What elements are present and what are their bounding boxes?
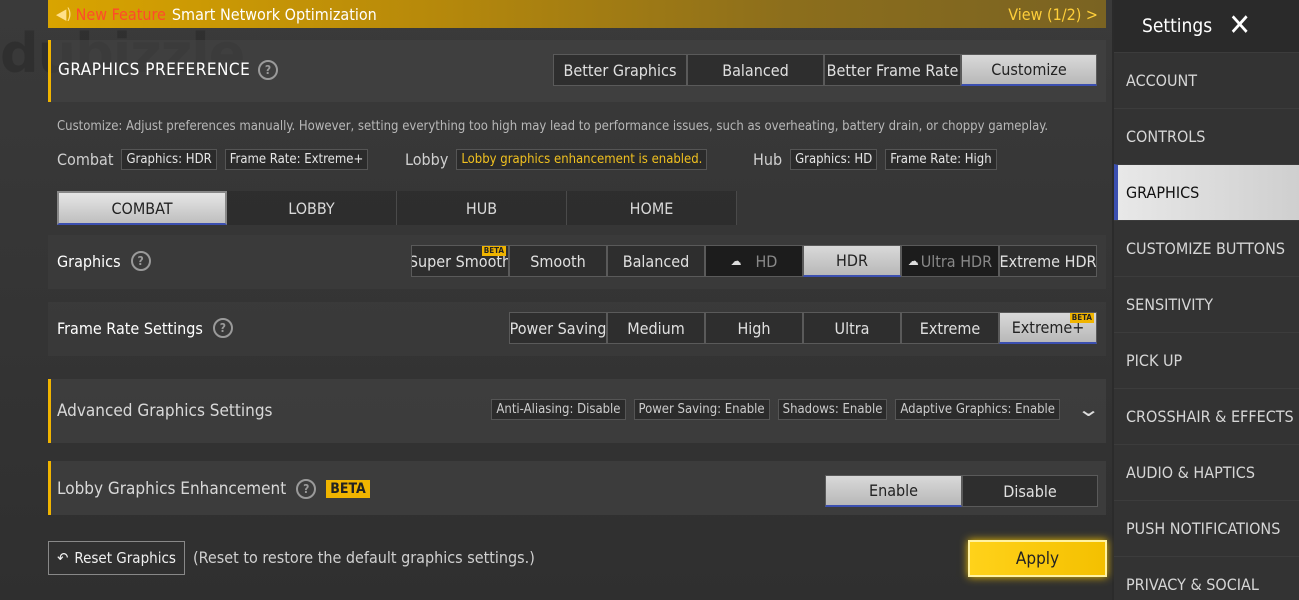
hub-fps-chip: Frame Rate: High bbox=[885, 149, 997, 170]
graphics-row: Graphics ? Super Smooth BETA Smooth Bala… bbox=[48, 235, 1106, 289]
chip-anti-aliasing: Anti-Aliasing: Disable bbox=[491, 399, 626, 420]
fps-extreme-plus[interactable]: Extreme+ BETA bbox=[999, 312, 1097, 344]
graphics-balanced[interactable]: Balanced bbox=[607, 245, 705, 277]
graphics-hdr[interactable]: HDR bbox=[803, 245, 901, 277]
lobby-enable-option[interactable]: Enable bbox=[825, 475, 962, 507]
pref-customize[interactable]: Customize bbox=[961, 54, 1097, 86]
beta-badge: BETA bbox=[326, 480, 370, 498]
graphics-preference-title: GRAPHICS PREFERENCE ? bbox=[58, 60, 279, 80]
graphics-quality-selector: Super Smooth BETA Smooth Balanced ☁ HD H… bbox=[411, 245, 1097, 277]
tab-hub[interactable]: HUB bbox=[397, 191, 567, 225]
chip-shadows: Shadows: Enable bbox=[777, 399, 888, 420]
lobby-enhancement-toggle: Enable Disable bbox=[825, 475, 1098, 507]
reset-note: (Reset to restore the default graphics s… bbox=[193, 548, 535, 567]
section-accent bbox=[48, 379, 51, 443]
help-icon[interactable]: ? bbox=[258, 60, 279, 80]
apply-button[interactable]: Apply bbox=[968, 540, 1107, 577]
new-feature-label: New Feature bbox=[75, 4, 166, 24]
lobby-status: Lobby Lobby graphics enhancement is enab… bbox=[405, 149, 708, 170]
pref-balanced[interactable]: Balanced bbox=[687, 54, 824, 86]
section-accent bbox=[48, 461, 51, 515]
preference-description: Customize: Adjust preferences manually. … bbox=[57, 119, 1049, 134]
fps-ultra[interactable]: Ultra bbox=[803, 312, 901, 344]
sidebar-item-account[interactable]: ACCOUNT bbox=[1114, 52, 1299, 108]
help-icon[interactable]: ? bbox=[130, 251, 151, 271]
reset-icon: ↶ bbox=[57, 549, 69, 567]
cloud-download-icon: ☁ bbox=[907, 254, 919, 268]
advanced-summary-chips: Anti-Aliasing: Disable Power Saving: Ena… bbox=[491, 399, 1060, 420]
lobby-enhancement-title: Lobby Graphics Enhancement ? BETA bbox=[57, 479, 370, 499]
hub-label: Hub bbox=[753, 150, 783, 169]
sidebar-title: Settings bbox=[1142, 15, 1213, 37]
combat-fps-chip: Frame Rate: Extreme+ bbox=[224, 149, 369, 170]
tab-home[interactable]: HOME bbox=[567, 191, 737, 225]
chevron-down-icon[interactable]: ⌄ bbox=[1076, 397, 1100, 421]
beta-tag: BETA bbox=[1069, 313, 1094, 323]
pref-better-frame-rate[interactable]: Better Frame Rate bbox=[824, 54, 961, 86]
frame-rate-row-title: Frame Rate Settings ? bbox=[57, 318, 233, 338]
frame-rate-row: Frame Rate Settings ? Power Saving Mediu… bbox=[48, 302, 1106, 356]
close-icon[interactable]: ✕ bbox=[1228, 8, 1251, 43]
fps-medium[interactable]: Medium bbox=[607, 312, 705, 344]
lobby-disable-option[interactable]: Disable bbox=[962, 475, 1098, 507]
cloud-download-icon: ☁ bbox=[730, 254, 742, 268]
frame-rate-label: Frame Rate Settings bbox=[57, 318, 203, 338]
tab-lobby[interactable]: LOBBY bbox=[227, 191, 397, 225]
graphics-extreme-hdr[interactable]: Extreme HDR bbox=[999, 245, 1097, 277]
settings-main-panel: dubizzle ◀) New Feature Smart Network Op… bbox=[0, 0, 1112, 600]
combat-label: Combat bbox=[57, 150, 114, 169]
sidebar-header: Settings ✕ bbox=[1114, 0, 1299, 52]
combat-status: Combat Graphics: HDR Frame Rate: Extreme… bbox=[57, 149, 369, 170]
feature-banner[interactable]: ◀) New Feature Smart Network Optimizatio… bbox=[48, 0, 1106, 28]
sidebar-item-sensitivity[interactable]: SENSITIVITY bbox=[1114, 276, 1299, 332]
reset-graphics-button[interactable]: ↶ Reset Graphics bbox=[48, 541, 185, 575]
frame-rate-selector: Power Saving Medium High Ultra Extreme E… bbox=[509, 312, 1097, 344]
beta-tag: BETA bbox=[481, 246, 506, 256]
fps-power-saving[interactable]: Power Saving bbox=[509, 312, 607, 344]
combat-graphics-chip: Graphics: HDR bbox=[121, 149, 217, 170]
graphics-hd[interactable]: ☁ HD bbox=[705, 245, 803, 277]
lobby-label: Lobby bbox=[405, 150, 449, 169]
help-icon[interactable]: ? bbox=[212, 318, 233, 338]
graphics-hd-label: HD bbox=[755, 251, 778, 271]
lobby-enhancement-section: Lobby Graphics Enhancement ? BETA Enable… bbox=[48, 461, 1106, 515]
sidebar-item-controls[interactable]: CONTROLS bbox=[1114, 108, 1299, 164]
chip-power-saving: Power Saving: Enable bbox=[633, 399, 770, 420]
section-accent bbox=[48, 40, 51, 102]
advanced-graphics-title: Advanced Graphics Settings bbox=[57, 401, 273, 421]
graphics-ultra-hdr[interactable]: ☁ Ultra HDR bbox=[901, 245, 999, 277]
graphics-row-title: Graphics ? bbox=[57, 251, 151, 271]
hub-status: Hub Graphics: HD Frame Rate: High bbox=[753, 149, 997, 170]
lobby-enhancement-label: Lobby Graphics Enhancement bbox=[57, 479, 287, 499]
fps-extreme[interactable]: Extreme bbox=[901, 312, 999, 344]
preference-selector: Better Graphics Balanced Better Frame Ra… bbox=[553, 54, 1097, 86]
sidebar-item-privacy-social[interactable]: PRIVACY & SOCIAL bbox=[1114, 556, 1299, 600]
graphics-label: Graphics bbox=[57, 251, 121, 271]
mode-tabs: COMBAT LOBBY HUB HOME bbox=[57, 191, 737, 225]
lobby-status-chip: Lobby graphics enhancement is enabled. bbox=[456, 149, 708, 170]
sidebar-item-pick-up[interactable]: PICK UP bbox=[1114, 332, 1299, 388]
chip-adaptive-graphics: Adaptive Graphics: Enable bbox=[895, 399, 1060, 420]
graphics-preference-label: GRAPHICS PREFERENCE bbox=[58, 60, 251, 80]
fps-high[interactable]: High bbox=[705, 312, 803, 344]
graphics-super-smooth[interactable]: Super Smooth BETA bbox=[411, 245, 509, 277]
graphics-ultra-hdr-label: Ultra HDR bbox=[920, 251, 993, 271]
graphics-preference-section: GRAPHICS PREFERENCE ? Better Graphics Ba… bbox=[48, 40, 1106, 102]
settings-sidebar: Settings ✕ ACCOUNT CONTROLS GRAPHICS CUS… bbox=[1114, 0, 1299, 600]
speaker-icon: ◀) bbox=[56, 5, 72, 23]
graphics-smooth[interactable]: Smooth bbox=[509, 245, 607, 277]
sidebar-item-crosshair-effects[interactable]: CROSSHAIR & EFFECTS bbox=[1114, 388, 1299, 444]
advanced-graphics-section[interactable]: Advanced Graphics Settings Anti-Aliasing… bbox=[48, 379, 1106, 443]
sidebar-item-push-notifications[interactable]: PUSH NOTIFICATIONS bbox=[1114, 500, 1299, 556]
view-more-link[interactable]: View (1/2) > bbox=[1008, 5, 1098, 24]
hub-graphics-chip: Graphics: HD bbox=[790, 149, 878, 170]
sidebar-item-graphics[interactable]: GRAPHICS bbox=[1114, 164, 1299, 220]
tab-combat[interactable]: COMBAT bbox=[57, 191, 227, 225]
reset-graphics-label: Reset Graphics bbox=[74, 549, 176, 567]
pref-better-graphics[interactable]: Better Graphics bbox=[553, 54, 687, 86]
sidebar-item-audio-haptics[interactable]: AUDIO & HAPTICS bbox=[1114, 444, 1299, 500]
sidebar-item-customize-buttons[interactable]: CUSTOMIZE BUTTONS bbox=[1114, 220, 1299, 276]
banner-title: Smart Network Optimization bbox=[171, 4, 377, 24]
help-icon[interactable]: ? bbox=[296, 479, 317, 499]
